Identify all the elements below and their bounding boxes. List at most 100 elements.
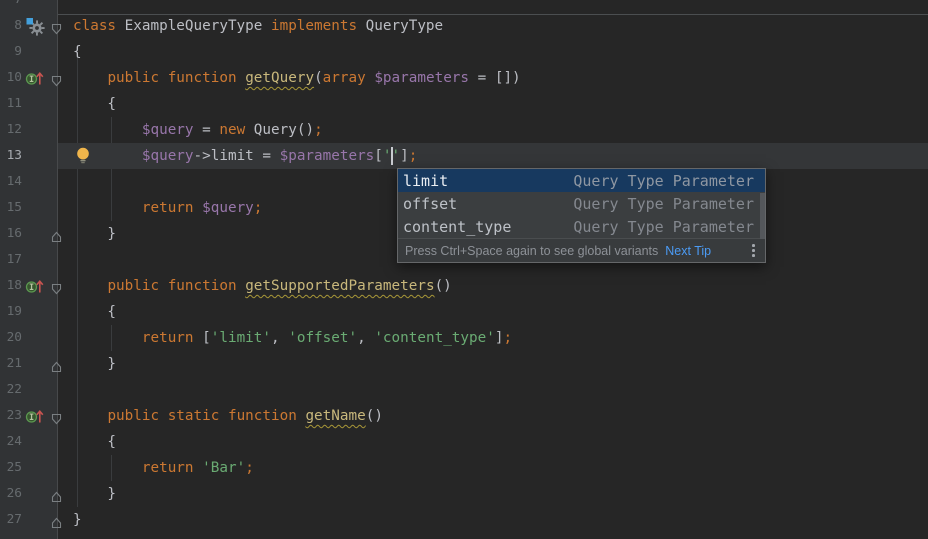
code-text[interactable]: { [58,39,928,65]
code-line-20[interactable]: 20 return ['limit', 'offset', 'content_t… [0,325,928,351]
svg-text:I: I [29,75,34,85]
code-text[interactable]: $query = new Query(); [58,117,928,143]
code-text[interactable]: public function getSupportedParameters() [58,273,928,299]
code-text[interactable]: } [58,507,928,533]
completion-item-type: Query Type Parameter [573,195,754,213]
code-token: ->limit = [194,148,280,164]
text-caret [391,147,393,165]
code-line-12[interactable]: 12 $query = new Query(); [0,117,928,143]
completion-item-type: Query Type Parameter [573,172,754,190]
line-number: 17 [0,247,22,273]
implements-method-icon[interactable]: I [25,70,46,88]
code-line-10[interactable]: 10I public function getQuery(array $para… [0,65,928,91]
code-token: 'content_type' [374,330,495,346]
code-text[interactable]: } [58,481,928,507]
code-line-8[interactable]: 8 class ExampleQueryType implements Query… [0,13,928,39]
completion-item[interactable]: limit Query Type Parameter [398,169,765,192]
svg-text:I: I [29,413,34,423]
code-token: ] [400,148,409,164]
code-text[interactable]: { [58,299,928,325]
code-token: getQuery [245,70,314,86]
code-line-11[interactable]: 11 { [0,91,928,117]
line-number: 8 [0,13,22,39]
code-token: ; [503,330,512,346]
code-token [237,70,246,86]
code-text[interactable]: return ['limit', 'offset', 'content_type… [58,325,928,351]
gear-icon[interactable] [25,18,46,36]
code-token: $query [202,200,254,216]
code-text[interactable]: } [58,351,928,377]
code-line-24[interactable]: 24 { [0,429,928,455]
line-number: 20 [0,325,22,351]
code-token: ( [314,70,323,86]
code-token: $query [142,122,194,138]
line-number: 26 [0,481,22,507]
code-line-27[interactable]: 27} [0,507,928,533]
code-token [73,122,142,138]
code-token: return [142,200,194,216]
code-line-23[interactable]: 23I public static function getName() [0,403,928,429]
code-line-22[interactable]: 22 [0,377,928,403]
code-text[interactable]: return 'Bar'; [58,455,928,481]
code-text[interactable]: public static function getName() [58,403,928,429]
implements-method-icon[interactable]: I [25,408,46,426]
code-token: { [73,304,116,320]
code-line-9[interactable]: 9{ [0,39,928,65]
completion-item[interactable]: offset Query Type Parameter [398,192,765,215]
line-number: 9 [0,39,22,65]
code-token: () [435,278,452,294]
line-number: 24 [0,429,22,455]
code-line-18[interactable]: 18 I public function getSupportedParamete… [0,273,928,299]
code-token: } [73,486,116,502]
code-token: , [357,330,374,346]
code-line-26[interactable]: 26 } [0,481,928,507]
code-token: $parameters [280,148,375,164]
code-token [159,70,168,86]
code-token: } [73,356,116,372]
line-number: 22 [0,377,22,403]
line-number: 18 [0,273,22,299]
code-text[interactable]: class ExampleQueryType implements QueryT… [58,13,928,39]
code-token [159,408,168,424]
code-token [219,408,228,424]
code-token: = [194,122,220,138]
code-text[interactable] [58,377,928,403]
code-token: public [107,70,159,86]
code-line-21[interactable]: 21 } [0,351,928,377]
line-number: 15 [0,195,22,221]
code-token: ; [314,122,323,138]
completion-item-type: Query Type Parameter [573,218,754,236]
more-options-icon[interactable] [752,244,758,256]
code-token: , [271,330,288,346]
line-number: 27 [0,507,22,533]
code-token [73,408,107,424]
completion-item-label: offset [403,195,457,213]
code-text[interactable]: $query->limit = $parameters['']; [58,143,928,169]
code-token: ExampleQueryType [116,18,271,34]
code-line-13[interactable]: 13 $query->limit = $parameters['']; [0,143,928,169]
code-text[interactable]: { [58,91,928,117]
line-number: 12 [0,117,22,143]
code-token [194,200,203,216]
completion-item[interactable]: content_typeQuery Type Parameter [398,215,765,238]
svg-text:I: I [29,283,34,293]
code-text[interactable]: { [58,429,928,455]
code-token: Query() [245,122,314,138]
code-token [73,70,107,86]
completion-popup-footer: Press Ctrl+Space again to see global var… [398,238,765,262]
completion-popup: limit Query Type Parameter offset Query Typ… [397,168,766,263]
code-text[interactable] [58,0,928,13]
code-token: $parameters [374,70,469,86]
next-tip-link[interactable]: Next Tip [665,244,711,258]
code-token [73,200,142,216]
code-text[interactable]: public function getQuery(array $paramete… [58,65,928,91]
popup-scrollbar-thumb[interactable] [760,193,765,239]
code-line-19[interactable]: 19 { [0,299,928,325]
code-token: } [73,512,82,528]
code-line-25[interactable]: 25 return 'Bar'; [0,455,928,481]
intention-lightbulb-icon[interactable] [76,147,90,164]
completion-item-label: limit [403,172,448,190]
code-line-7[interactable]: 7 [0,0,928,13]
line-number: 19 [0,299,22,325]
implements-method-icon[interactable]: I [25,278,46,296]
